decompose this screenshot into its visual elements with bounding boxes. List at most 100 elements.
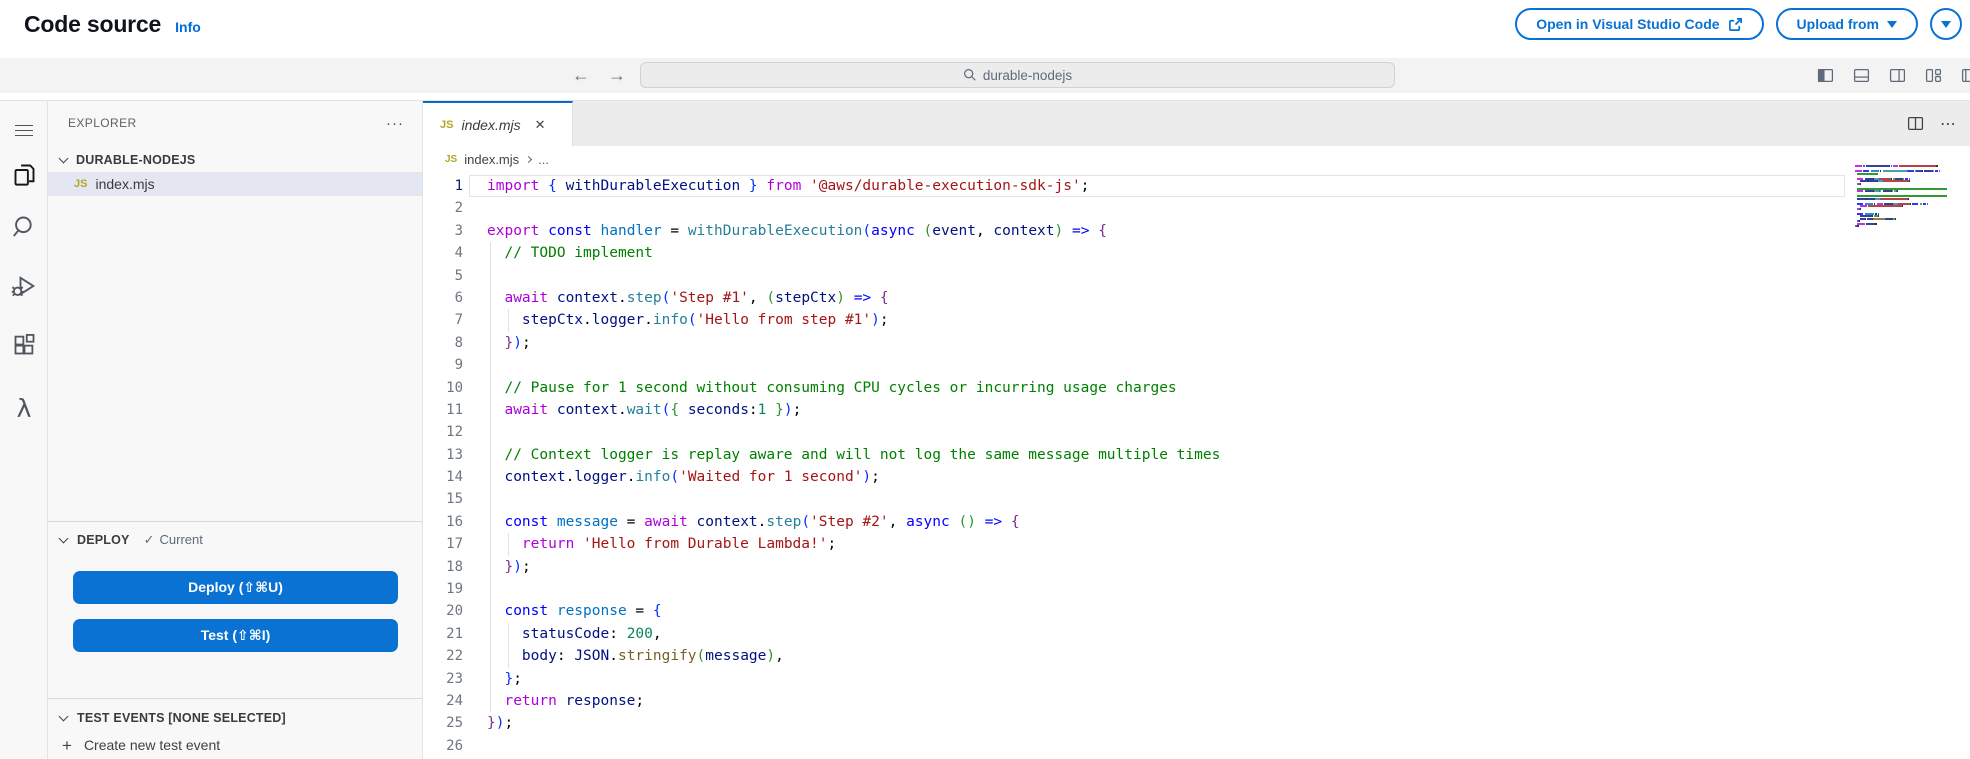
code-line[interactable]: 3export const handler = withDurableExecu… xyxy=(423,220,1845,242)
code-line[interactable]: 12 xyxy=(423,421,1845,443)
section-divider xyxy=(48,521,422,522)
code-line[interactable]: 11 await context.wait({ seconds:1 }); xyxy=(423,399,1845,421)
section-divider xyxy=(48,698,422,699)
search-icon xyxy=(963,68,977,82)
menu-button[interactable] xyxy=(0,113,48,147)
code-line[interactable]: 23 }; xyxy=(423,668,1845,690)
deploy-section-header[interactable]: DEPLOY ✓ Current xyxy=(48,529,422,551)
chevron-down-icon xyxy=(59,712,69,722)
breadcrumb-symbol[interactable]: ... xyxy=(538,152,549,167)
run-debug-button[interactable] xyxy=(0,269,48,303)
lambda-test-button[interactable]: λ xyxy=(0,391,48,425)
tab-bar: JS index.mjs ✕ ⋯ xyxy=(423,101,1970,146)
deploy-title: DEPLOY xyxy=(77,533,130,547)
js-file-icon: JS xyxy=(74,178,87,190)
code-line[interactable]: 4 // TODO implement xyxy=(423,242,1845,264)
code-line[interactable]: 6 await context.step('Step #1', (stepCtx… xyxy=(423,287,1845,309)
search-view-button[interactable] xyxy=(0,209,48,243)
deploy-status-label: Current xyxy=(160,532,203,548)
code-line[interactable]: 7 stepCtx.logger.info('Hello from step #… xyxy=(423,309,1845,331)
folder-label: DURABLE-NODEJS xyxy=(76,153,195,167)
explorer-header: EXPLORER ··· xyxy=(48,111,422,135)
code-line[interactable]: 5 xyxy=(423,265,1845,287)
external-link-icon xyxy=(1728,17,1743,32)
js-file-icon: JS xyxy=(445,154,457,165)
toggle-primary-sidebar-icon[interactable] xyxy=(1817,67,1834,84)
deploy-button[interactable]: Deploy (⇧⌘U) xyxy=(73,571,398,604)
code-editor[interactable]: 1import { withDurableExecution } from '@… xyxy=(423,173,1970,759)
editor-toolbar: ← → durable-nodejs xyxy=(0,58,1970,93)
code-line[interactable]: 16 const message = await context.step('S… xyxy=(423,511,1845,533)
page-title: Code source xyxy=(24,11,161,38)
tab-index-mjs[interactable]: JS index.mjs ✕ xyxy=(423,101,573,146)
code-line[interactable]: 19 xyxy=(423,578,1845,600)
code-line[interactable]: 21 statusCode: 200, xyxy=(423,623,1845,645)
search-value: durable-nodejs xyxy=(983,68,1072,83)
hamburger-icon xyxy=(15,121,33,140)
explorer-button[interactable] xyxy=(0,157,48,191)
caret-down-icon xyxy=(1941,21,1951,28)
upload-from-label: Upload from xyxy=(1797,16,1879,32)
clipped-toolbar-icon[interactable] xyxy=(1961,67,1970,84)
explorer-more-actions-icon[interactable]: ··· xyxy=(386,115,404,132)
split-editor-icon[interactable] xyxy=(1907,115,1924,132)
files-icon xyxy=(11,161,38,188)
info-link[interactable]: Info xyxy=(175,19,201,35)
explorer-title: EXPLORER xyxy=(68,116,137,130)
activity-bar: λ xyxy=(0,101,48,759)
js-file-icon: JS xyxy=(440,119,453,131)
code-line[interactable]: 22 body: JSON.stringify(message), xyxy=(423,645,1845,667)
code-line[interactable]: 24 return response; xyxy=(423,690,1845,712)
sidebar-folder-durable-nodejs[interactable]: DURABLE-NODEJS xyxy=(48,149,422,171)
create-new-test-event-button[interactable]: + Create new test event xyxy=(48,733,422,757)
navigate-back-button[interactable]: ← xyxy=(572,58,590,93)
code-line[interactable]: 9 xyxy=(423,354,1845,376)
tab-label: index.mjs xyxy=(461,117,520,133)
toggle-secondary-sidebar-icon[interactable] xyxy=(1889,67,1906,84)
breadcrumb-file[interactable]: index.mjs xyxy=(464,152,519,167)
breadcrumb: JS index.mjs ... xyxy=(423,146,1970,173)
code-line[interactable]: 25}); xyxy=(423,712,1845,734)
code-line[interactable]: 18 }); xyxy=(423,556,1845,578)
editor-more-actions-icon[interactable]: ⋯ xyxy=(1940,114,1956,134)
sidebar-file-index-mjs[interactable]: JS index.mjs xyxy=(48,172,422,196)
deploy-status: ✓ Current xyxy=(144,532,203,548)
page-header: Code source Info Open in Visual Studio C… xyxy=(0,0,1970,58)
caret-down-icon xyxy=(1887,21,1897,28)
search-icon xyxy=(11,213,38,240)
code-line[interactable]: 10 // Pause for 1 second without consumi… xyxy=(423,377,1845,399)
code-line[interactable]: 14 context.logger.info('Waited for 1 sec… xyxy=(423,466,1845,488)
minimap[interactable] xyxy=(1855,165,1947,230)
code-line[interactable]: 1import { withDurableExecution } from '@… xyxy=(423,175,1845,197)
open-in-vscode-button[interactable]: Open in Visual Studio Code xyxy=(1515,8,1763,40)
code-line[interactable]: 2 xyxy=(423,197,1845,219)
code-lines: 1import { withDurableExecution } from '@… xyxy=(423,175,1845,757)
more-actions-dropdown-button[interactable] xyxy=(1930,8,1962,40)
customize-layout-icon[interactable] xyxy=(1925,67,1942,84)
test-button[interactable]: Test (⇧⌘I) xyxy=(73,619,398,652)
code-line[interactable]: 8 }); xyxy=(423,332,1845,354)
plus-icon: + xyxy=(62,737,72,754)
code-line[interactable]: 15 xyxy=(423,488,1845,510)
sidebar: EXPLORER ··· DURABLE-NODEJS JS index.mjs… xyxy=(48,101,423,759)
extensions-button[interactable] xyxy=(0,327,48,361)
navigate-forward-button[interactable]: → xyxy=(608,58,626,93)
editor-group: JS index.mjs ✕ ⋯ JS index.mjs ... 1impor… xyxy=(423,101,1970,759)
lambda-icon: λ xyxy=(17,394,32,423)
toggle-panel-icon[interactable] xyxy=(1853,67,1870,84)
code-line[interactable]: 26 xyxy=(423,735,1845,757)
chevron-down-icon xyxy=(59,154,69,164)
upload-from-button[interactable]: Upload from xyxy=(1776,8,1918,40)
open-in-vscode-label: Open in Visual Studio Code xyxy=(1536,16,1719,32)
code-line[interactable]: 20 const response = { xyxy=(423,600,1845,622)
close-tab-icon[interactable]: ✕ xyxy=(535,117,546,133)
debug-icon xyxy=(10,272,38,300)
chevron-down-icon xyxy=(59,534,69,544)
extensions-icon xyxy=(11,331,38,358)
test-events-section-header[interactable]: TEST EVENTS [NONE SELECTED] xyxy=(48,707,422,729)
code-line[interactable]: 17 return 'Hello from Durable Lambda!'; xyxy=(423,533,1845,555)
search-input[interactable]: durable-nodejs xyxy=(640,62,1395,88)
code-line[interactable]: 13 // Context logger is replay aware and… xyxy=(423,444,1845,466)
test-events-title: TEST EVENTS [NONE SELECTED] xyxy=(77,711,286,725)
file-label: index.mjs xyxy=(95,176,154,192)
